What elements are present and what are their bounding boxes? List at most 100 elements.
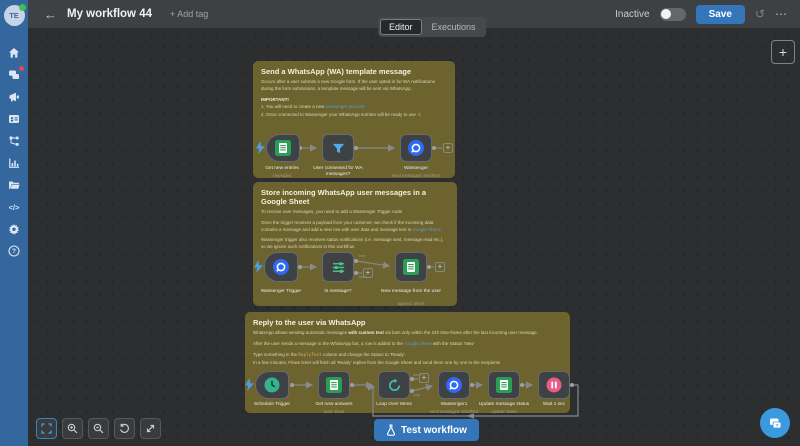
note-list-item-1: 1. You will need to create a new wasseng… xyxy=(261,104,447,111)
fit-view-icon xyxy=(41,423,52,434)
active-status-label: Inactive xyxy=(615,9,649,20)
note-paragraph: Once the trigger receives a payload from… xyxy=(261,220,449,234)
node-sublabel: send messages: sendText xyxy=(384,173,448,178)
zoom-out-button[interactable] xyxy=(88,418,109,439)
add-node-button[interactable]: + xyxy=(771,40,795,64)
google-sheet-link[interactable]: Google Sheet xyxy=(412,227,440,232)
sidebar-item-chat[interactable] xyxy=(0,64,28,86)
node-label: New message from the user xyxy=(379,289,443,295)
node-sublabel: rowAdded xyxy=(250,173,314,178)
trigger-bolt-icon xyxy=(254,260,263,273)
node-user-consented[interactable] xyxy=(322,134,354,162)
node-sublabel: update: sheet xyxy=(472,409,536,414)
save-button[interactable]: Save xyxy=(696,5,745,24)
chat-help-icon: ? xyxy=(768,416,783,431)
notification-badge xyxy=(19,66,24,71)
node-is-message[interactable] xyxy=(322,252,354,282)
node-wassenger[interactable] xyxy=(400,134,432,162)
node-get-new-answers[interactable] xyxy=(318,371,350,399)
help-icon: ? xyxy=(8,245,20,257)
diagonal-arrows-icon xyxy=(145,423,156,434)
test-workflow-button[interactable]: Test workflow xyxy=(374,419,479,441)
node-label: Wait 1 sec xyxy=(522,402,586,408)
sidebar-item-home[interactable] xyxy=(0,42,28,64)
history-icon[interactable]: ↺ xyxy=(755,7,765,21)
if-filter-icon xyxy=(331,260,346,275)
active-toggle[interactable] xyxy=(660,8,686,21)
wassenger-account-link[interactable]: wassenger account xyxy=(326,104,365,109)
contact-card-icon xyxy=(8,113,20,125)
add-node-endpoint[interactable]: + xyxy=(419,373,429,383)
sticky-note-store-messages[interactable]: Store incoming WhatsApp user messages in… xyxy=(253,182,457,306)
node-label: Schedule Trigger xyxy=(240,402,304,408)
node-sublabel: append: sheet xyxy=(379,301,443,306)
node-loop-over-items[interactable] xyxy=(378,371,410,399)
n8n-workflow-editor: Send a WhatsApp (WA) template message Oc… xyxy=(0,0,800,446)
add-node-endpoint[interactable]: + xyxy=(363,268,373,278)
filter-funnel-icon xyxy=(331,141,346,156)
note-paragraph: Wassenger trigger also receives status n… xyxy=(261,237,449,251)
main-sidebar: TE </> ? xyxy=(0,0,28,446)
sidebar-item-announcements[interactable] xyxy=(0,86,28,108)
node-label: Get new answers xyxy=(302,402,366,408)
zoom-in-button[interactable] xyxy=(62,418,83,439)
note-list-item-2: 2. Once connected to Wassenger your What… xyxy=(261,112,447,119)
node-label: Loop Over Items xyxy=(362,402,426,408)
sidebar-item-templates[interactable]: </> xyxy=(0,196,28,218)
bar-chart-icon xyxy=(8,157,20,169)
help-chat-button[interactable]: ? xyxy=(760,408,790,438)
sidebar-item-workflows[interactable] xyxy=(0,130,28,152)
sidebar-item-contacts[interactable] xyxy=(0,108,28,130)
google-sheet-link[interactable]: Google Sheet xyxy=(404,341,432,346)
node-new-message-from-user[interactable] xyxy=(395,252,427,282)
code-icon: </> xyxy=(9,203,20,212)
more-options-icon[interactable]: ⋯ xyxy=(775,7,788,21)
node-wait-1-sec[interactable] xyxy=(538,371,570,399)
node-update-message-status[interactable] xyxy=(488,371,520,399)
tab-editor[interactable]: Editor xyxy=(380,19,422,35)
add-node-endpoint[interactable]: + xyxy=(443,143,453,153)
smiley-emoji: ☺ xyxy=(417,112,422,117)
node-wassenger1[interactable] xyxy=(438,371,470,399)
online-status-dot xyxy=(19,4,26,11)
google-sheets-icon xyxy=(496,377,512,393)
gear-icon xyxy=(8,223,20,235)
note-paragraph: In a few minutes, Flows timer will fetch… xyxy=(253,360,562,367)
back-arrow-icon[interactable]: ← xyxy=(44,7,57,22)
node-schedule-trigger[interactable] xyxy=(255,371,289,399)
workflow-title[interactable]: My workflow 44 xyxy=(67,8,152,20)
loop-icon xyxy=(387,378,402,393)
svg-text:?: ? xyxy=(775,422,778,428)
sidebar-item-settings[interactable] xyxy=(0,218,28,240)
node-label: Wassenger xyxy=(384,166,448,172)
note-title: Reply to the user via WhatsApp xyxy=(253,318,562,327)
google-sheets-icon xyxy=(275,140,291,156)
node-label: User consented for WA messages? xyxy=(306,166,370,178)
megaphone-icon xyxy=(8,91,20,103)
add-tag-button[interactable]: + Add tag xyxy=(170,9,208,19)
clock-icon xyxy=(264,377,280,393)
node-wassenger-trigger[interactable] xyxy=(264,252,298,282)
svg-text:?: ? xyxy=(12,248,16,255)
tab-executions[interactable]: Executions xyxy=(424,20,484,34)
pause-wait-icon xyxy=(546,377,562,393)
note-paragraph: WhatsApp allows sending automatic messag… xyxy=(253,330,562,337)
undo-reset-icon xyxy=(119,423,130,434)
add-node-endpoint[interactable]: + xyxy=(435,262,445,272)
trigger-bolt-icon xyxy=(256,141,265,154)
sidebar-item-insights[interactable] xyxy=(0,152,28,174)
sidebar-item-projects[interactable] xyxy=(0,174,28,196)
reset-zoom-button[interactable] xyxy=(114,418,135,439)
tidy-up-button[interactable] xyxy=(140,418,161,439)
branch-label-loop: loop xyxy=(413,393,420,397)
node-sublabel: read: sheet xyxy=(302,409,366,414)
zoom-out-icon xyxy=(93,423,104,434)
wassenger-icon xyxy=(273,259,289,275)
sidebar-item-help[interactable]: ? xyxy=(0,240,28,262)
zoom-to-fit-button[interactable] xyxy=(36,418,57,439)
node-label: Wassenger Trigger xyxy=(249,289,313,295)
flask-icon xyxy=(386,424,396,436)
node-label: Is message? xyxy=(306,289,370,295)
avatar[interactable]: TE xyxy=(4,5,25,26)
node-get-new-entries[interactable] xyxy=(266,134,300,162)
